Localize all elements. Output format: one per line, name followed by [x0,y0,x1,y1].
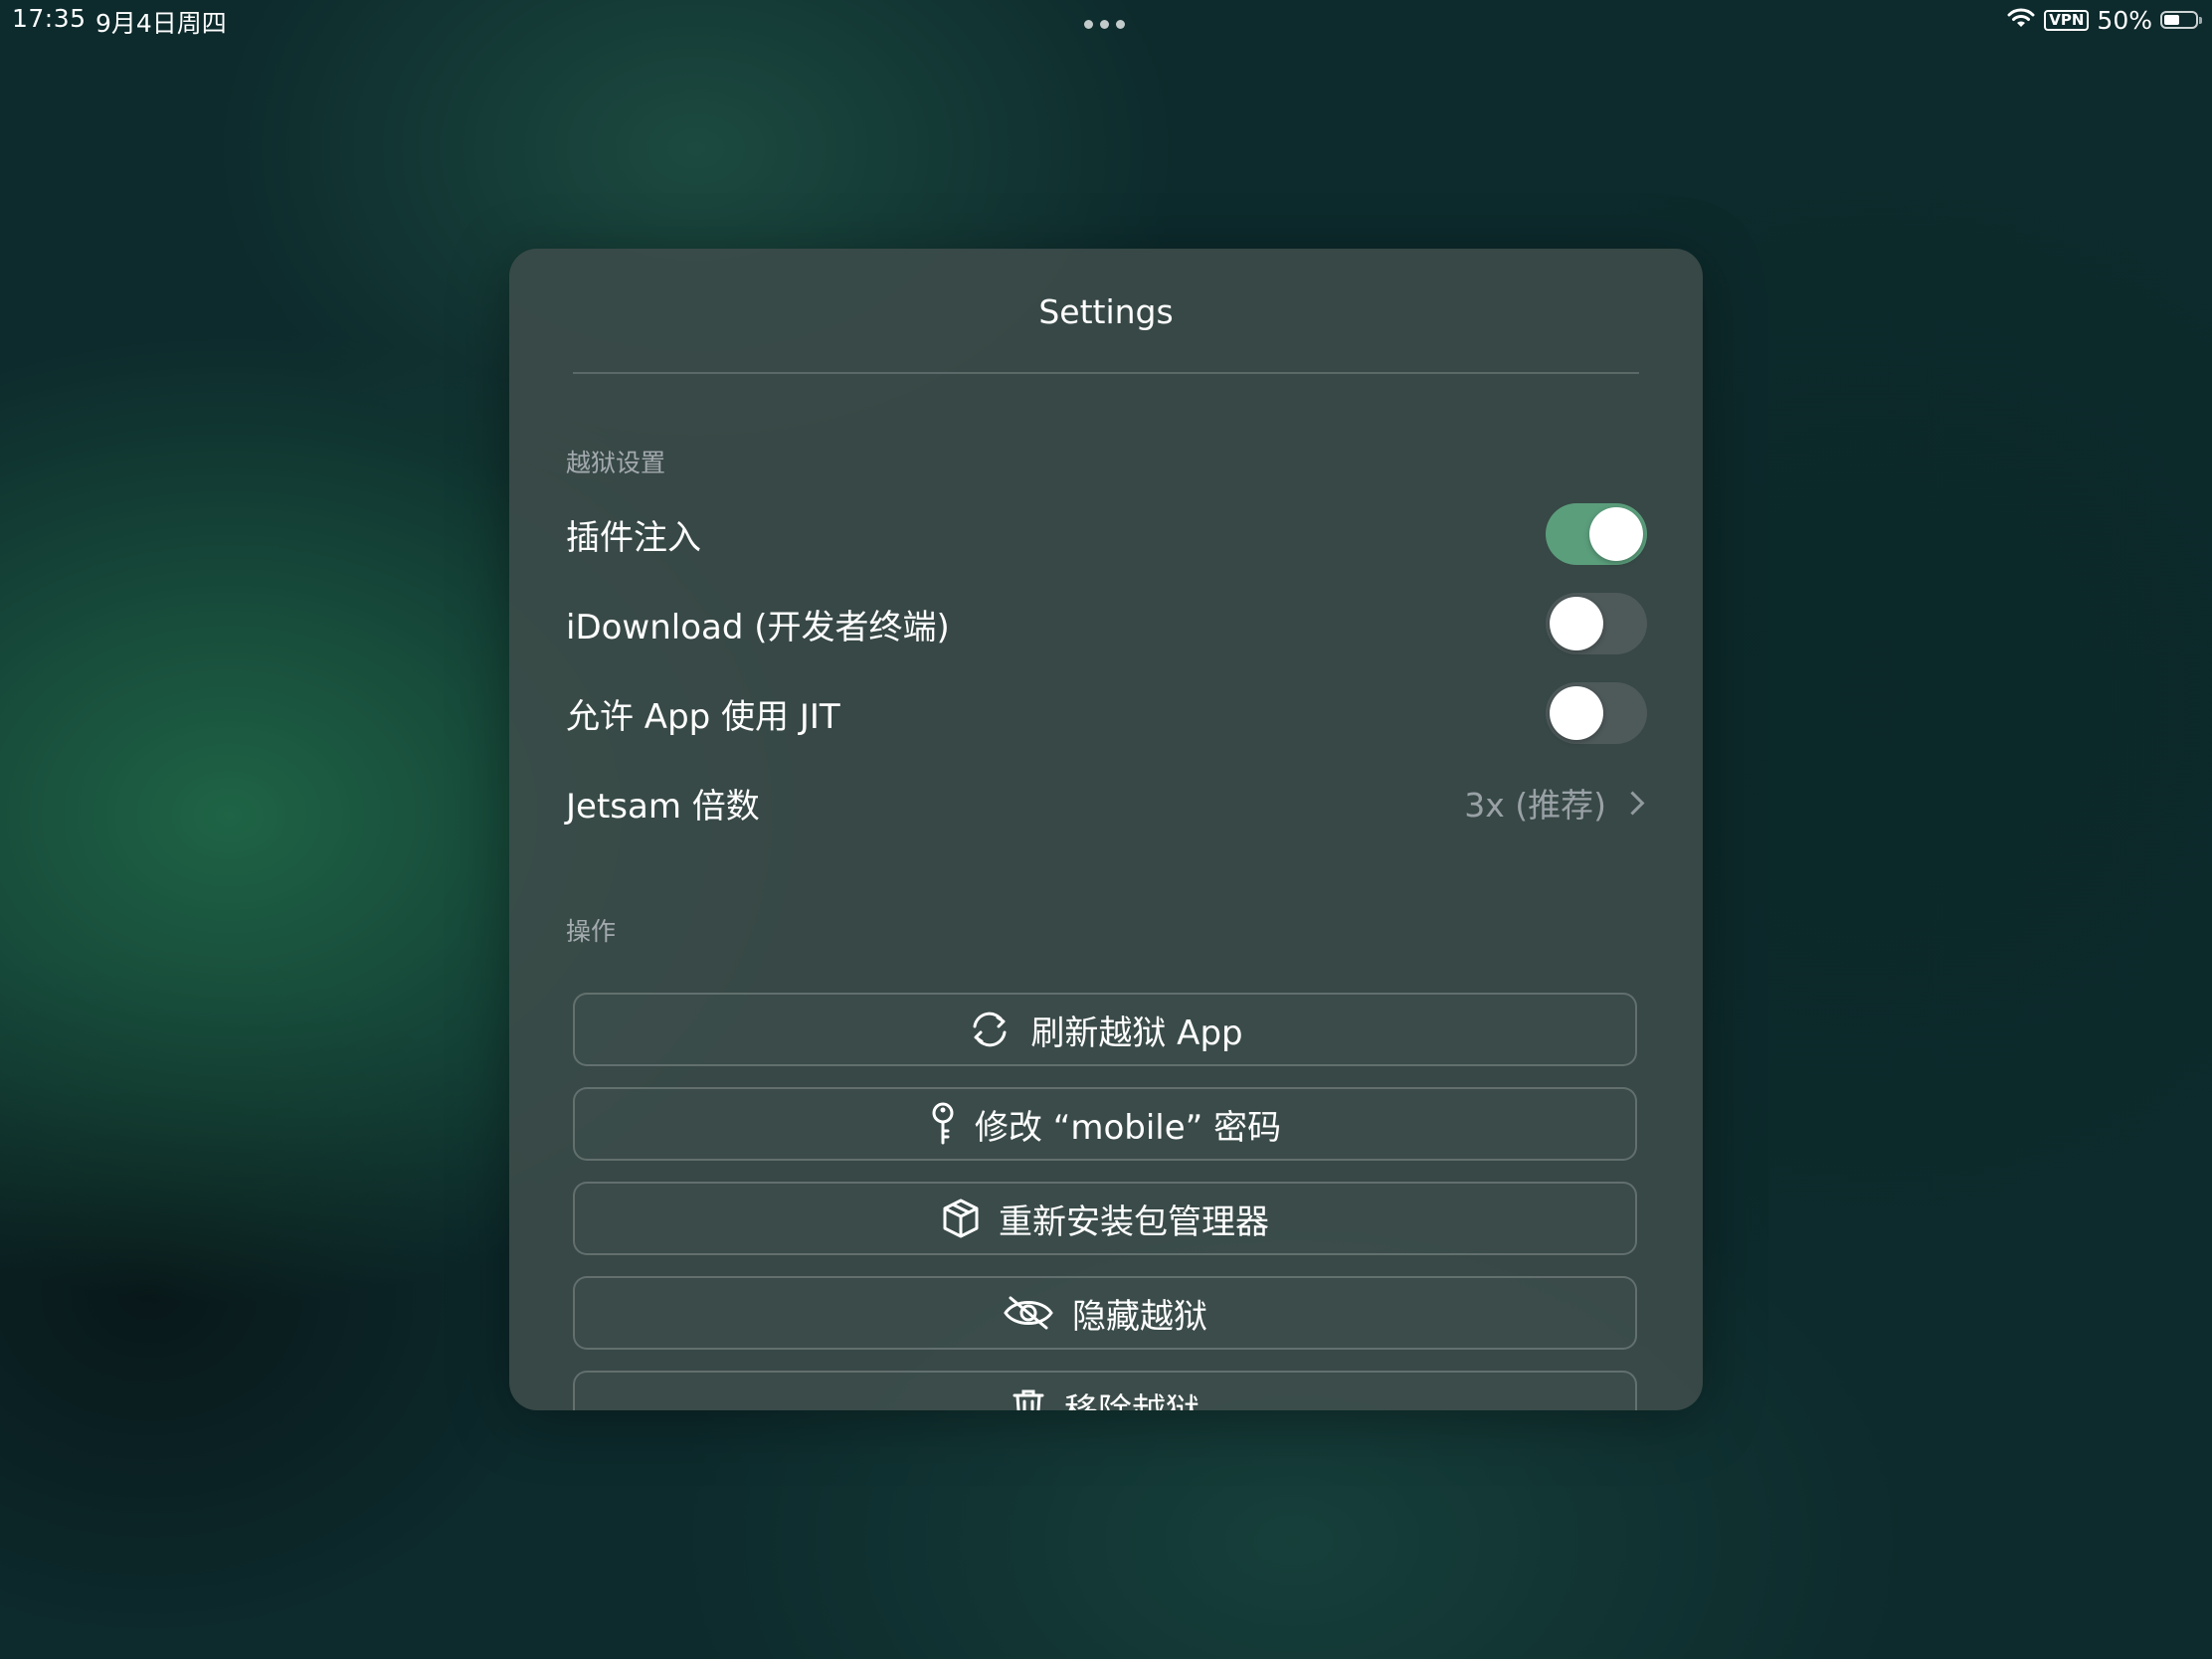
toggle-knob [1550,686,1603,740]
refresh-jailbreak-app-button[interactable]: 刷新越狱 App [573,993,1637,1066]
change-mobile-password-button[interactable]: 修改 “mobile” 密码 [573,1087,1637,1161]
section-header-jailbreak: 越狱设置 [566,449,666,477]
row-allow-jit: 允许 App 使用 JIT [566,678,1647,748]
chevron-right-icon [1620,790,1645,816]
toggle-knob [1589,507,1643,561]
change-mobile-password-label: 修改 “mobile” 密码 [974,1107,1282,1148]
row-idownload: iDownload (开发者终端) [566,589,1647,658]
status-date: 9月4日周四 [95,9,227,38]
row-tweak-injection: 插件注入 [566,499,1647,569]
battery-level-fill [2164,15,2179,25]
allow-jit-label: 允许 App 使用 JIT [566,696,840,737]
reinstall-package-manager-label: 重新安装包管理器 [999,1201,1269,1242]
tweak-injection-toggle[interactable] [1546,503,1647,565]
jetsam-value-group: 3x (推荐) [1464,779,1647,827]
remove-jailbreak-label: 移除越狱 [1064,1383,1199,1411]
key-icon [929,1101,957,1147]
idownload-toggle[interactable] [1546,593,1647,654]
battery-icon [2160,11,2202,29]
reinstall-package-manager-button[interactable]: 重新安装包管理器 [573,1182,1637,1255]
idownload-label: iDownload (开发者终端) [566,607,950,647]
toggle-knob [1550,597,1603,650]
refresh-icon [967,1010,1013,1049]
hide-jailbreak-label: 隐藏越狱 [1072,1296,1207,1337]
section-header-actions: 操作 [566,917,617,946]
sheet-title: Settings [1038,292,1174,331]
title-divider [573,372,1639,374]
package-icon [941,1198,981,1239]
vpn-badge: VPN [2044,9,2090,31]
wifi-icon [2006,6,2036,34]
settings-sheet: Settings 越狱设置 插件注入 iDownload (开发者终端) 允许 … [509,249,1703,1410]
battery-percent: 50% [2097,5,2152,35]
refresh-jailbreak-app-label: 刷新越狱 App [1030,1013,1243,1053]
trash-icon [1011,1387,1046,1410]
eye-slash-icon [1003,1295,1054,1331]
jetsam-value: 3x (推荐) [1464,786,1606,825]
jetsam-label: Jetsam 倍数 [566,786,760,827]
remove-jailbreak-button[interactable]: 移除越狱 [573,1371,1637,1410]
hide-jailbreak-button[interactable]: 隐藏越狱 [573,1276,1637,1350]
row-jetsam[interactable]: Jetsam 倍数 3x (推荐) [566,768,1647,837]
allow-jit-toggle[interactable] [1546,682,1647,744]
status-indicators: VPN 50% [2006,4,2202,36]
tweak-injection-label: 插件注入 [566,517,701,558]
multitasking-dots-icon[interactable] [1084,20,1125,29]
status-time: 17:35 [12,4,87,33]
